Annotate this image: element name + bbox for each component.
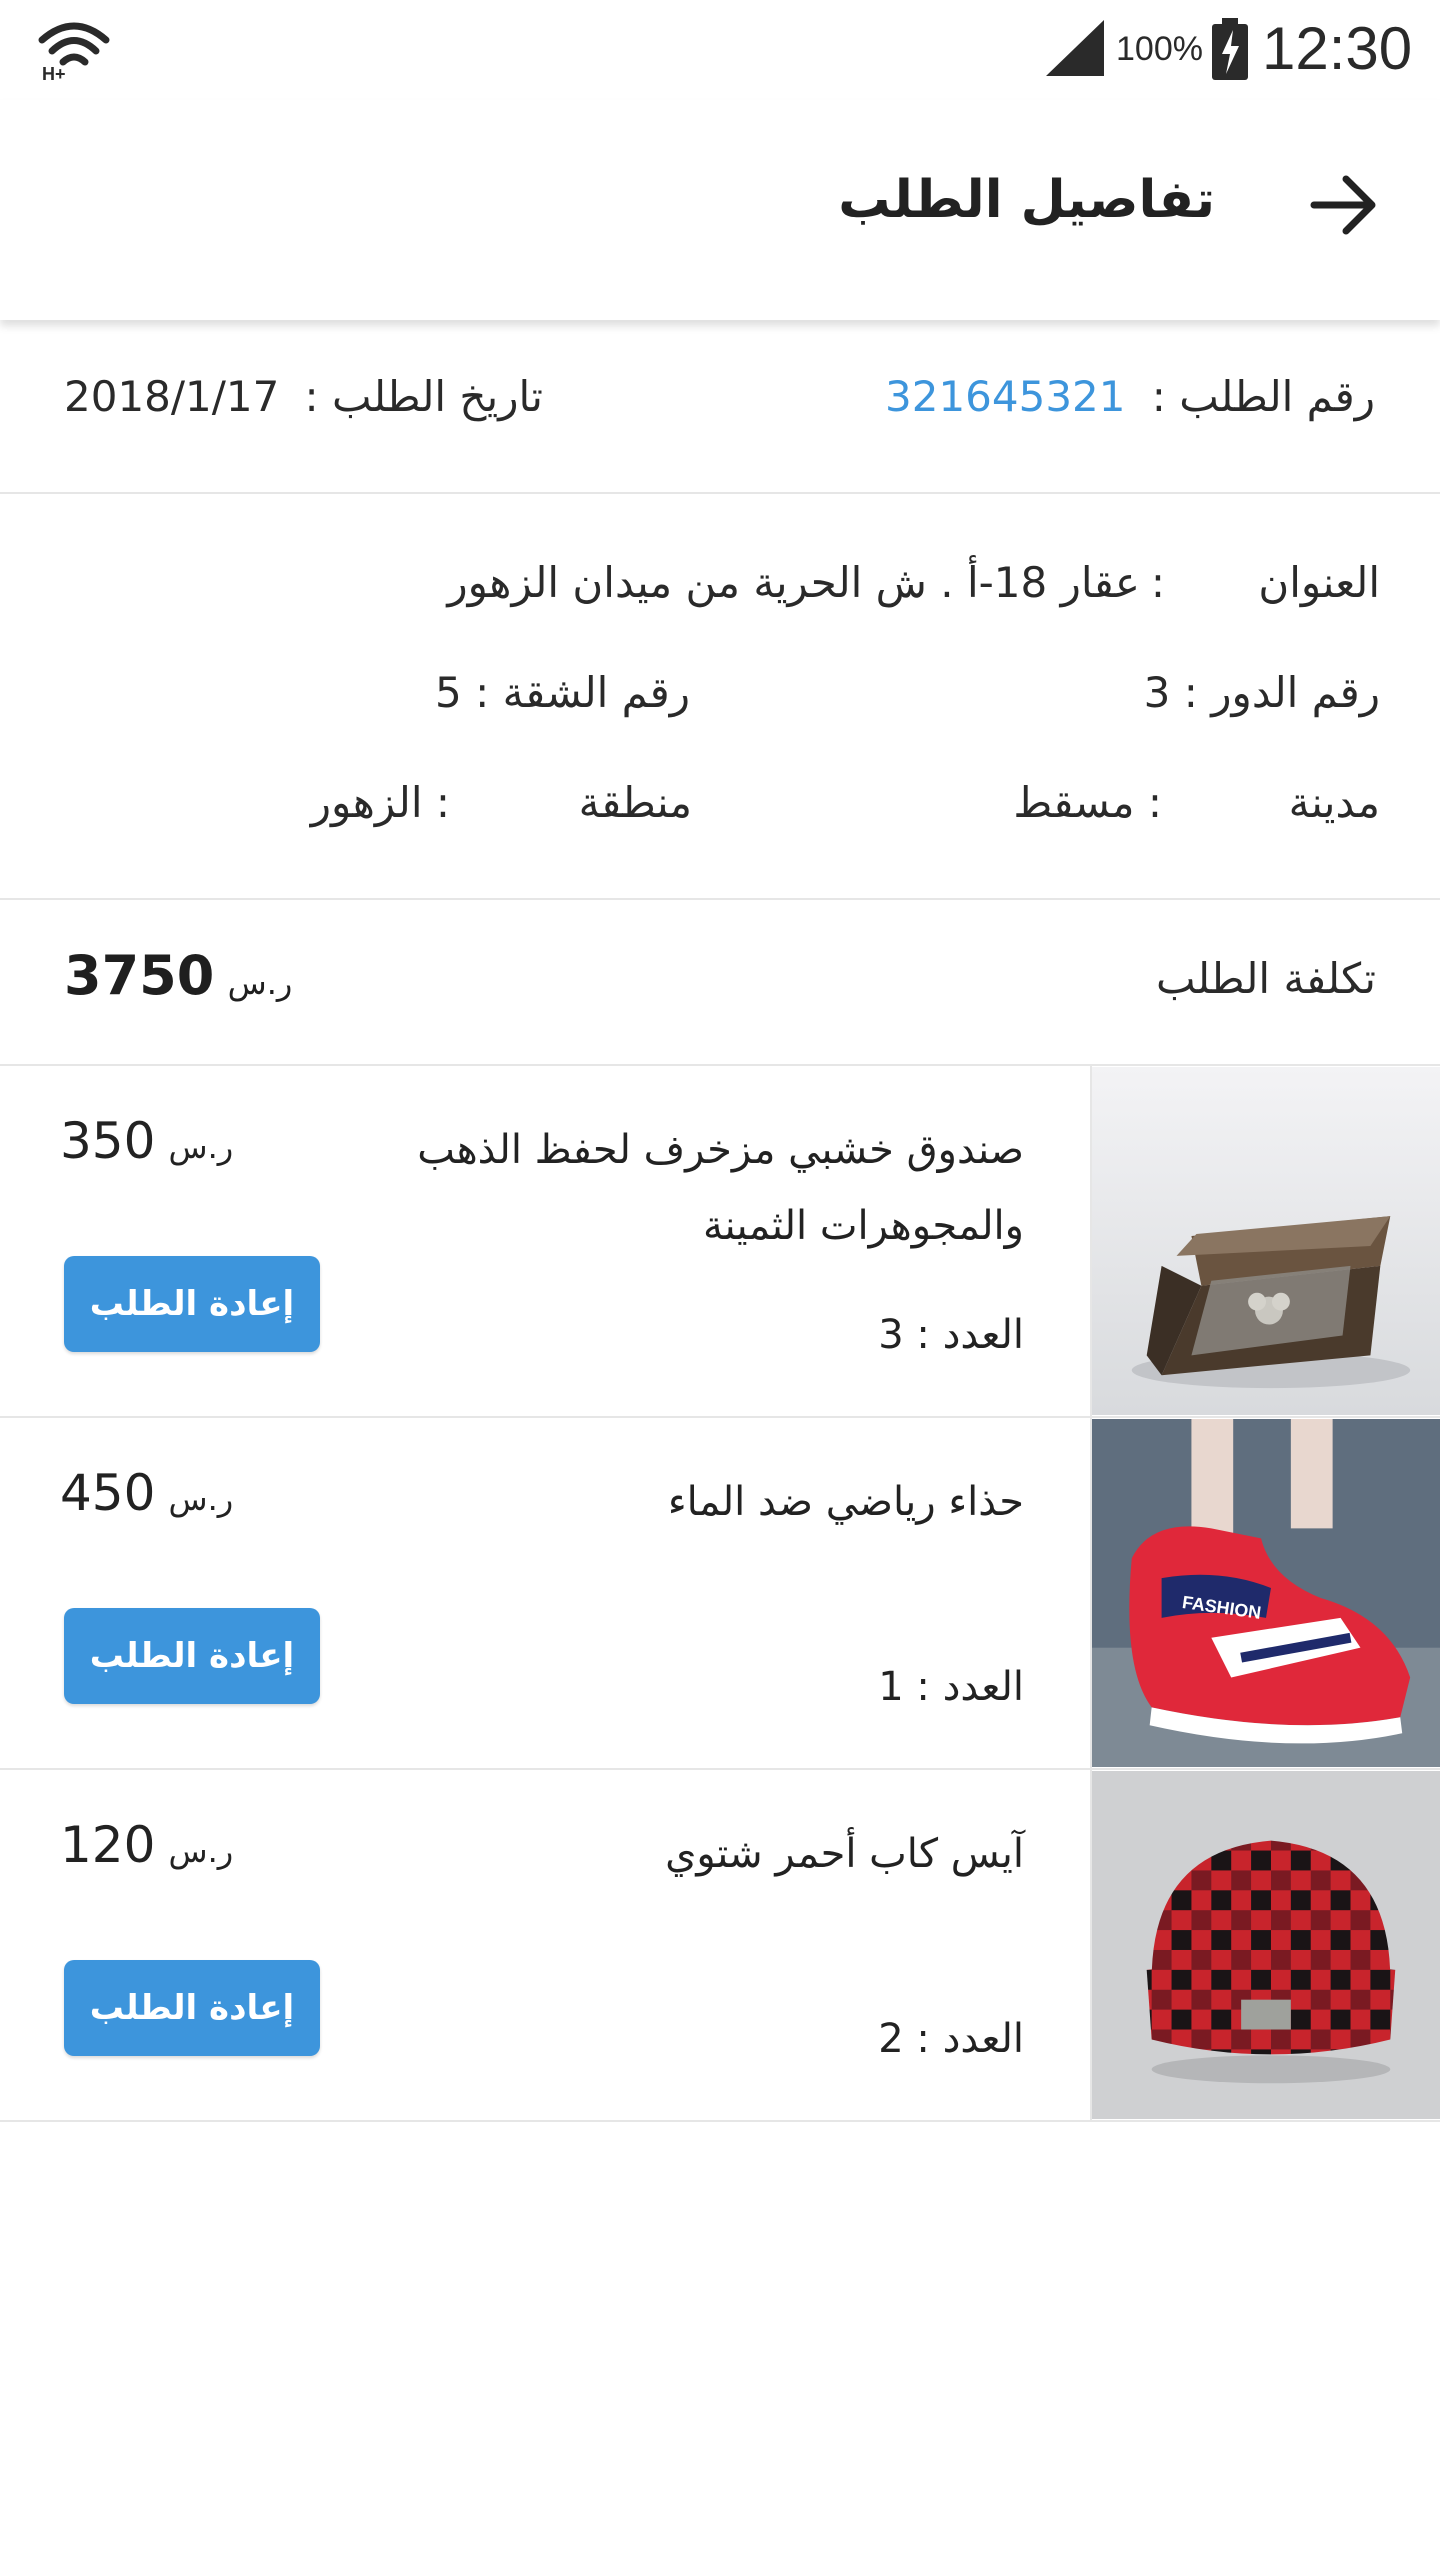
item-name: حذاء رياضي ضد الماء — [667, 1479, 1024, 1525]
item-price: 120 ر.س — [60, 1816, 233, 1874]
order-info-row: رقم الطلب : 321645321 تاريخ الطلب : 2018… — [0, 320, 1440, 492]
order-number: 321645321 — [885, 372, 1126, 421]
back-button[interactable] — [1290, 155, 1400, 255]
battery-icon — [1212, 18, 1248, 80]
list-item: آيس كاب أحمر شتوي العدد : 2 120 ر.س إعاد… — [0, 1770, 1440, 2120]
area-label: منطقة — [578, 778, 692, 827]
clock: 12:30 — [1262, 15, 1413, 82]
list-item: صندوق خشبي مزخرف لحفظ الذهب والمجوهرات ا… — [0, 1066, 1440, 1416]
address-value: عقار 18-أ . ش الحرية من ميدان الزهور — [447, 558, 1140, 607]
item-price: 450 ر.س — [60, 1464, 233, 1522]
app-bar: تفاصيل الطلب — [0, 100, 1440, 320]
item-name: صندوق خشبي مزخرف لحفظ الذهب والمجوهرات ا… — [417, 1127, 1024, 1249]
item-price-value: 450 — [60, 1464, 156, 1522]
address-colon: : — [1150, 558, 1165, 607]
order-date-label: تاريخ الطلب : — [304, 372, 544, 421]
arrow-right-icon — [1310, 175, 1376, 235]
svg-text:H+: H+ — [42, 64, 66, 82]
status-bar: H+ 100% 12:30 — [0, 0, 1440, 100]
apartment-number: رقم الشقة : 5 — [435, 668, 690, 717]
item-price-value: 350 — [60, 1112, 156, 1170]
address-label: العنوان — [1258, 558, 1380, 607]
reorder-button[interactable]: إعادة الطلب — [64, 1256, 320, 1352]
order-cost-amount: 3750 ر.س — [64, 944, 292, 1007]
battery-percent: 100% — [1116, 30, 1203, 68]
item-quantity: العدد : 3 — [878, 1312, 1024, 1358]
sneaker-icon: FASHION — [1090, 1418, 1440, 1768]
item-price: 350 ر.س — [60, 1112, 233, 1170]
floor-number: رقم الدور : 3 — [1143, 668, 1380, 717]
order-cost-label: تكلفة الطلب — [1156, 954, 1376, 1003]
area-value: : الزهور — [310, 778, 450, 827]
item-quantity: العدد : 2 — [878, 2016, 1024, 2062]
wooden-box-icon — [1090, 1066, 1440, 1416]
address-section: العنوان : عقار 18-أ . ش الحرية من ميدان … — [0, 494, 1440, 898]
reorder-button[interactable]: إعادة الطلب — [64, 1960, 320, 2056]
order-number-label: رقم الطلب : — [1151, 372, 1375, 421]
item-quantity: العدد : 1 — [878, 1664, 1024, 1710]
item-price-value: 120 — [60, 1816, 156, 1874]
wifi-icon: H+ — [38, 22, 110, 82]
beanie-hat-icon — [1090, 1770, 1440, 2120]
item-price-currency: ر.س — [168, 1832, 234, 1870]
city-value: : مسقط — [1013, 778, 1162, 827]
divider — [0, 2120, 1440, 2122]
item-price-currency: ر.س — [168, 1480, 234, 1518]
page-title: تفاصيل الطلب — [838, 170, 1215, 230]
total-currency: ر.س — [227, 964, 293, 1002]
reorder-button[interactable]: إعادة الطلب — [64, 1608, 320, 1704]
list-item: FASHION حذاء رياضي ضد الماء العدد : 1 45… — [0, 1418, 1440, 1768]
order-cost-row: تكلفة الطلب 3750 ر.س — [0, 900, 1440, 1064]
city-label: مدينة — [1288, 778, 1380, 827]
item-price-currency: ر.س — [168, 1128, 234, 1166]
item-name: آيس كاب أحمر شتوي — [665, 1831, 1024, 1877]
total-amount: 3750 — [64, 944, 215, 1007]
order-date: 2018/1/17 — [64, 372, 280, 421]
signal-icon — [1046, 20, 1104, 76]
